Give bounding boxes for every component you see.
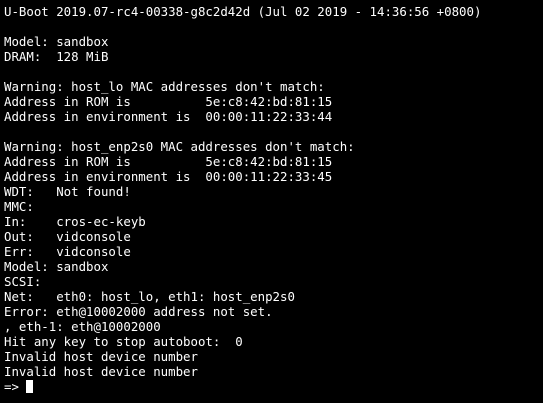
model-line: Model: sandbox [4, 34, 109, 49]
error-line: Error: eth@10002000 address not set. [4, 304, 273, 319]
terminal-window[interactable]: U-Boot 2019.07-rc4-00338-g8c2d42d (Jul 0… [0, 0, 543, 403]
dram-line: DRAM: 128 MiB [4, 49, 109, 64]
scsi-line: SCSI: [4, 274, 42, 289]
invalid-device-line: Invalid host device number [4, 364, 198, 379]
autoboot-line: Hit any key to stop autoboot: 0 [4, 334, 243, 349]
warning-host-enp2s0: Warning: host_enp2s0 MAC addresses don't… [4, 139, 355, 154]
net-line: Net: eth0: host_lo, eth1: host_enp2s0 [4, 289, 295, 304]
rom-address-line: Address in ROM is 5e:c8:42:bd:81:15 [4, 94, 333, 109]
stdin-line: In: cros-ec-keyb [4, 214, 146, 229]
rom-address-line: Address in ROM is 5e:c8:42:bd:81:15 [4, 154, 333, 169]
wdt-line: WDT: Not found! [4, 184, 131, 199]
text-cursor[interactable] [26, 380, 34, 393]
env-address-line: Address in environment is 00:00:11:22:33… [4, 109, 333, 124]
prompt-symbol: => [4, 379, 27, 394]
mmc-line: MMC: [4, 199, 34, 214]
model-line: Model: sandbox [4, 259, 109, 274]
warning-host-lo: Warning: host_lo MAC addresses don't mat… [4, 79, 325, 94]
stdout-line: Out: vidconsole [4, 229, 131, 244]
env-address-line: Address in environment is 00:00:11:22:33… [4, 169, 333, 184]
invalid-device-line: Invalid host device number [4, 349, 198, 364]
stderr-line: Err: vidconsole [4, 244, 131, 259]
eth-line: , eth-1: eth@10002000 [4, 319, 161, 334]
command-prompt[interactable]: => [4, 379, 543, 394]
boot-banner: U-Boot 2019.07-rc4-00338-g8c2d42d (Jul 0… [4, 4, 482, 19]
